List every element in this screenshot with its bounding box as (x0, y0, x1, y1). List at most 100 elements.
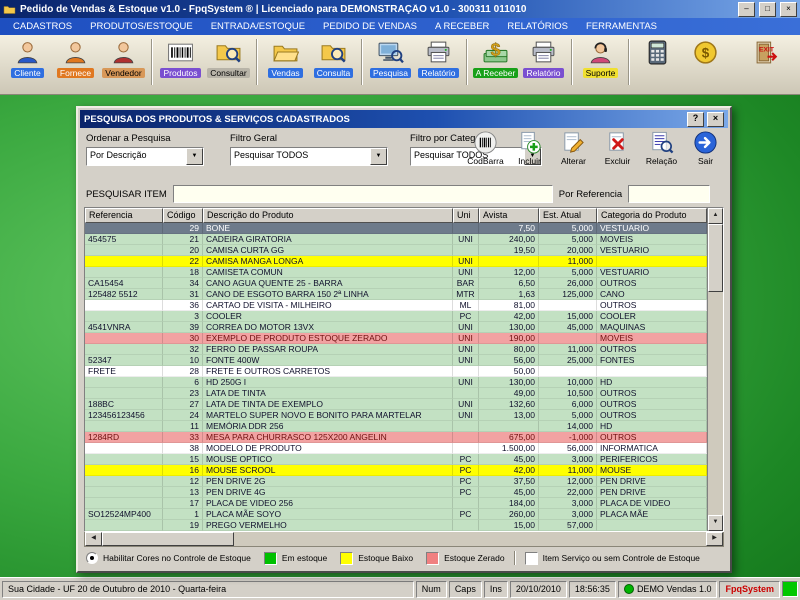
table-row[interactable]: 3COOLERPC42,0015,000COOLER (85, 311, 707, 322)
toolbar-button-consulta[interactable]: Consulta (310, 37, 357, 90)
table-row[interactable]: 13PEN DRIVE 4GPC45,0022,000PEN DRIVE (85, 487, 707, 498)
menu-item-produtos-estoque[interactable]: PRODUTOS/ESTOQUE (83, 20, 200, 33)
table-row[interactable]: 29BONE7,505,000VESTUARIO (85, 223, 707, 234)
menu-item-ferramentas[interactable]: FERRAMENTAS (579, 20, 664, 33)
toolbar-button-a-receber[interactable]: $A Receber (472, 37, 519, 90)
table-row[interactable]: 1284RD33MESA PARA CHURRASCO 125X200 ANGE… (85, 432, 707, 443)
table-row[interactable]: 15MOUSE OPTICOPC45,003,000PERIFERICOS (85, 454, 707, 465)
cell-categoria: CANO (597, 289, 707, 300)
app-status-icon (624, 584, 634, 594)
maximize-button[interactable]: □ (759, 2, 776, 17)
table-row[interactable]: 12PEN DRIVE 2GPC37,5012,000PEN DRIVE (85, 476, 707, 487)
search-item-input[interactable] (173, 185, 553, 203)
table-row[interactable]: 11MEMÓRIA DDR 25614,000HD (85, 421, 707, 432)
vertical-scrollbar[interactable]: ▲ ▼ (707, 208, 723, 531)
column-header-4[interactable]: Avista (479, 208, 539, 223)
alterar-button[interactable]: Alterar (555, 130, 592, 166)
menu-item-a-receber[interactable]: A RECEBER (428, 20, 496, 33)
table-row[interactable]: 36CARTAO DE VISITA - MILHEIROML81,00OUTR… (85, 300, 707, 311)
toolbar-button-relat-rio[interactable]: Relatório (520, 37, 567, 90)
minimize-button[interactable]: – (738, 2, 755, 17)
rela-o-button[interactable]: Relação (643, 130, 680, 166)
sair-button[interactable]: Sair (687, 130, 724, 166)
column-header-0[interactable]: Referencia (85, 208, 163, 223)
cell-descricao: MOUSE SCROOL (203, 465, 453, 476)
cell-est-atual: 15,000 (539, 311, 597, 322)
toolbar-button-consultar[interactable]: Consultar (205, 37, 252, 90)
table-row[interactable]: 4541VNRA39CORREA DO MOTOR 13VXUNI130,004… (85, 322, 707, 333)
column-header-6[interactable]: Categoria do Produto (597, 208, 707, 223)
toolbar-button-fornece[interactable]: Fornece (52, 37, 99, 90)
column-header-1[interactable]: Código (163, 208, 203, 223)
table-row[interactable]: 20CAMISA CURTA GG19,5020,000VESTUARIO (85, 245, 707, 256)
menu-item-entrada-estoque[interactable]: ENTRADA/ESTOQUE (204, 20, 312, 33)
search-reference-input[interactable] (628, 185, 710, 203)
toolbar-button-cliente[interactable]: Cliente (4, 37, 51, 90)
table-row[interactable]: 22CAMISA MANGA LONGAUNI11,000 (85, 256, 707, 267)
cell-codigo: 39 (163, 322, 203, 333)
title-bar[interactable]: Pedido de Vendas & Estoque v1.0 - FpqSys… (0, 0, 800, 18)
cell-uni (453, 498, 479, 509)
hscrollbar-thumb[interactable] (102, 532, 234, 546)
menu-item-relat-rios[interactable]: RELATÓRIOS (500, 20, 575, 33)
table-row[interactable]: 5234710FONTE 400WUNI56,0025,000FONTES (85, 355, 707, 366)
enable-colors-radio[interactable] (86, 552, 98, 564)
close-button[interactable]: × (780, 2, 797, 17)
cell-uni: UNI (453, 377, 479, 388)
chevron-down-icon[interactable]: ▼ (186, 148, 203, 165)
table-row[interactable]: 23LATA DE TINTA49,0010,500OUTROS (85, 388, 707, 399)
cell-uni (453, 245, 479, 256)
table-row[interactable]: 45457521CADEIRA GIRATORIAUNI240,005,000M… (85, 234, 707, 245)
table-row[interactable]: 19PREGO VERMELHO15,0057,000 (85, 520, 707, 531)
cell-est-atual: 3,000 (539, 454, 597, 465)
legend-label: Estoque Baixo (358, 553, 413, 563)
toolbar-button-relat-rio[interactable]: Relatório (415, 37, 462, 90)
toolbar-button-pesquisa[interactable]: Pesquisa (367, 37, 414, 90)
table-row[interactable]: FRETE28FRETE E OUTROS CARRETOS50,00 (85, 366, 707, 377)
order-filter-select[interactable]: Por Descrição ▼ (86, 147, 204, 166)
dialog-close-button[interactable]: × (707, 112, 724, 127)
column-header-2[interactable]: Descrição do Produto (203, 208, 453, 223)
table-row[interactable]: 30EXEMPLO DE PRODUTO ESTOQUE ZERADOUNI19… (85, 333, 707, 344)
table-row[interactable]: SO12524MP4001PLACA MÃE SOYOPC260,003,000… (85, 509, 707, 520)
table-row[interactable]: 32FERRO DE PASSAR ROUPAUNI80,0011,000OUT… (85, 344, 707, 355)
vscrollbar-thumb[interactable] (708, 224, 723, 292)
toolbar-button-suporte[interactable]: Suporte (577, 37, 624, 90)
column-header-3[interactable]: Uni (453, 208, 479, 223)
cell-categoria (597, 256, 707, 267)
table-row[interactable]: 6HD 250G IUNI130,0010,000HD (85, 377, 707, 388)
table-row[interactable]: CA1545434CANO AGUA QUENTE 25 - BARRABAR6… (85, 278, 707, 289)
dialog-help-button[interactable]: ? (687, 112, 704, 127)
table-row[interactable]: 188BC27LATA DE TINTA DE EXEMPLOUNI132,60… (85, 399, 707, 410)
codbarra-button[interactable]: CodBarra (467, 130, 504, 166)
table-row[interactable]: 16MOUSE SCROOLPC42,0011,000MOUSE (85, 465, 707, 476)
menu-item-cadastros[interactable]: CADASTROS (6, 20, 79, 33)
toolbar-button-exit-icon[interactable]: EXIT (744, 37, 791, 90)
alterar-icon (561, 130, 586, 155)
toolbar-button-calculator-icon[interactable] (634, 37, 681, 90)
cell-referencia (85, 377, 163, 388)
cell-uni (453, 366, 479, 377)
excluir-button[interactable]: Excluir (599, 130, 636, 166)
toolbar-button-produtos[interactable]: Produtos (157, 37, 204, 90)
toolbar-button-vendedor[interactable]: Vendedor (100, 37, 147, 90)
scroll-right-icon[interactable]: ▶ (706, 532, 723, 546)
table-row[interactable]: 12345612345624MARTELO SUPER NOVO E BONIT… (85, 410, 707, 421)
dialog-titlebar[interactable]: PESQUISA DOS PRODUTOS & SERVIÇOS CADASTR… (80, 110, 728, 128)
table-row[interactable]: 125482 551231CANO DE ESGOTO BARRA 150 2ª… (85, 289, 707, 300)
horizontal-scrollbar[interactable]: ◀ ▶ (84, 532, 724, 547)
table-row[interactable]: 17PLACA DE VIDEO 256184,003,000PLACA DE … (85, 498, 707, 509)
toolbar-separator (466, 39, 468, 85)
incluir-button[interactable]: Incluir (511, 130, 548, 166)
scroll-left-icon[interactable]: ◀ (85, 532, 102, 546)
toolbar-button-vendas[interactable]: Vendas (262, 37, 309, 90)
scroll-down-icon[interactable]: ▼ (708, 515, 723, 531)
toolbar-button-coin-icon[interactable]: $ (682, 37, 729, 90)
chevron-down-icon[interactable]: ▼ (370, 148, 387, 165)
table-row[interactable]: 38MODELO DE PRODUTO1.500,0056,000INFORMA… (85, 443, 707, 454)
general-filter-select[interactable]: Pesquisar TODOS ▼ (230, 147, 388, 166)
scroll-up-icon[interactable]: ▲ (708, 208, 723, 224)
table-row[interactable]: 18CAMISETA COMUNUNI12,005,000VESTUARIO (85, 267, 707, 278)
column-header-5[interactable]: Est. Atual (539, 208, 597, 223)
menu-item-pedido-de-vendas[interactable]: PEDIDO DE VENDAS (316, 20, 424, 33)
